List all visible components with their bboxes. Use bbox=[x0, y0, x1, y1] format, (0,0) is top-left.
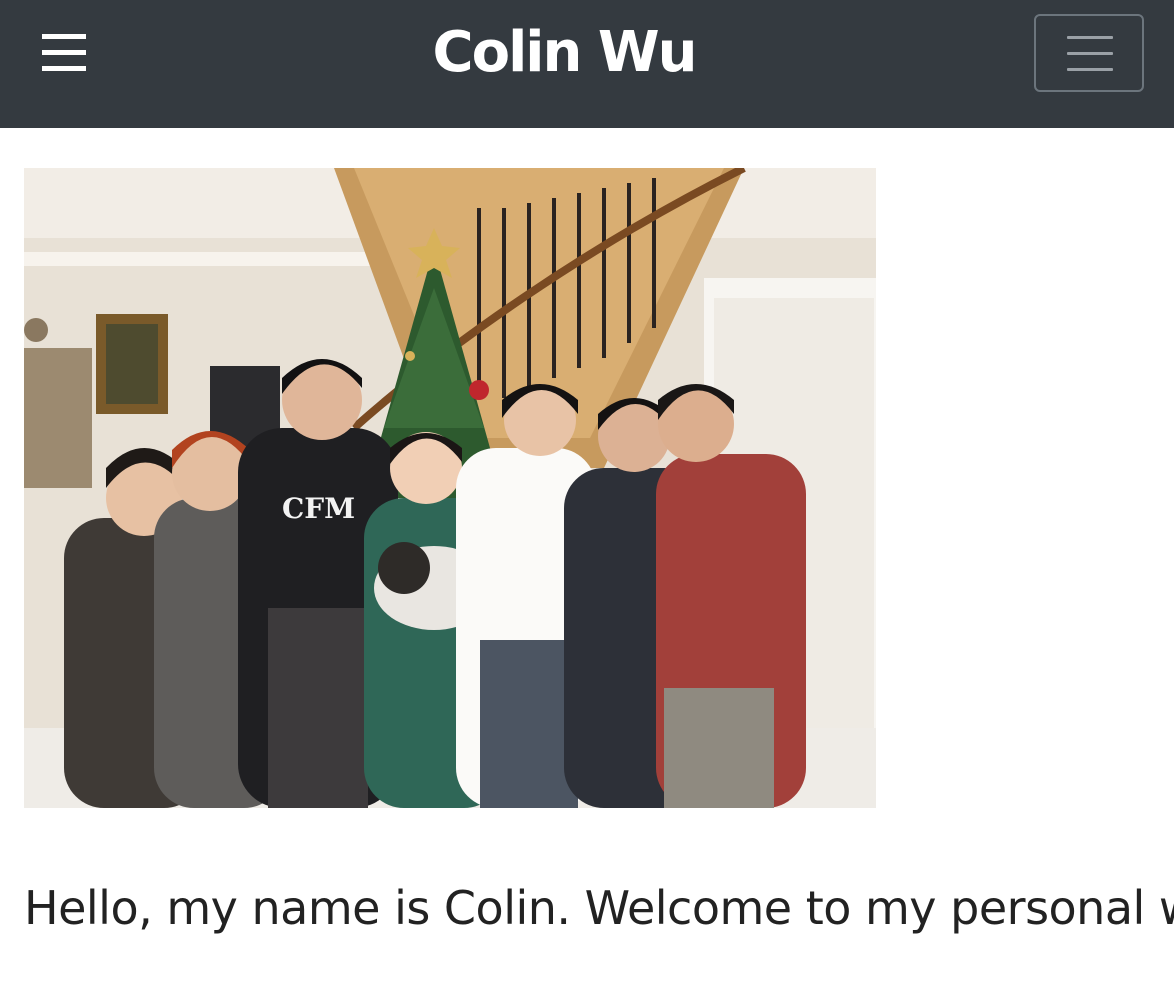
svg-text:CFM: CFM bbox=[282, 492, 355, 525]
toggler-hamburger-icon bbox=[1067, 36, 1113, 39]
family-photo: CFM bbox=[24, 168, 876, 808]
site-title[interactable]: Colin Wu bbox=[0, 14, 1128, 92]
navbar-toggler-button[interactable] bbox=[1034, 14, 1144, 92]
welcome-heading: Hello, my name is Colin. Welcome to my p… bbox=[24, 881, 1174, 935]
navbar: Colin Wu bbox=[0, 0, 1174, 128]
